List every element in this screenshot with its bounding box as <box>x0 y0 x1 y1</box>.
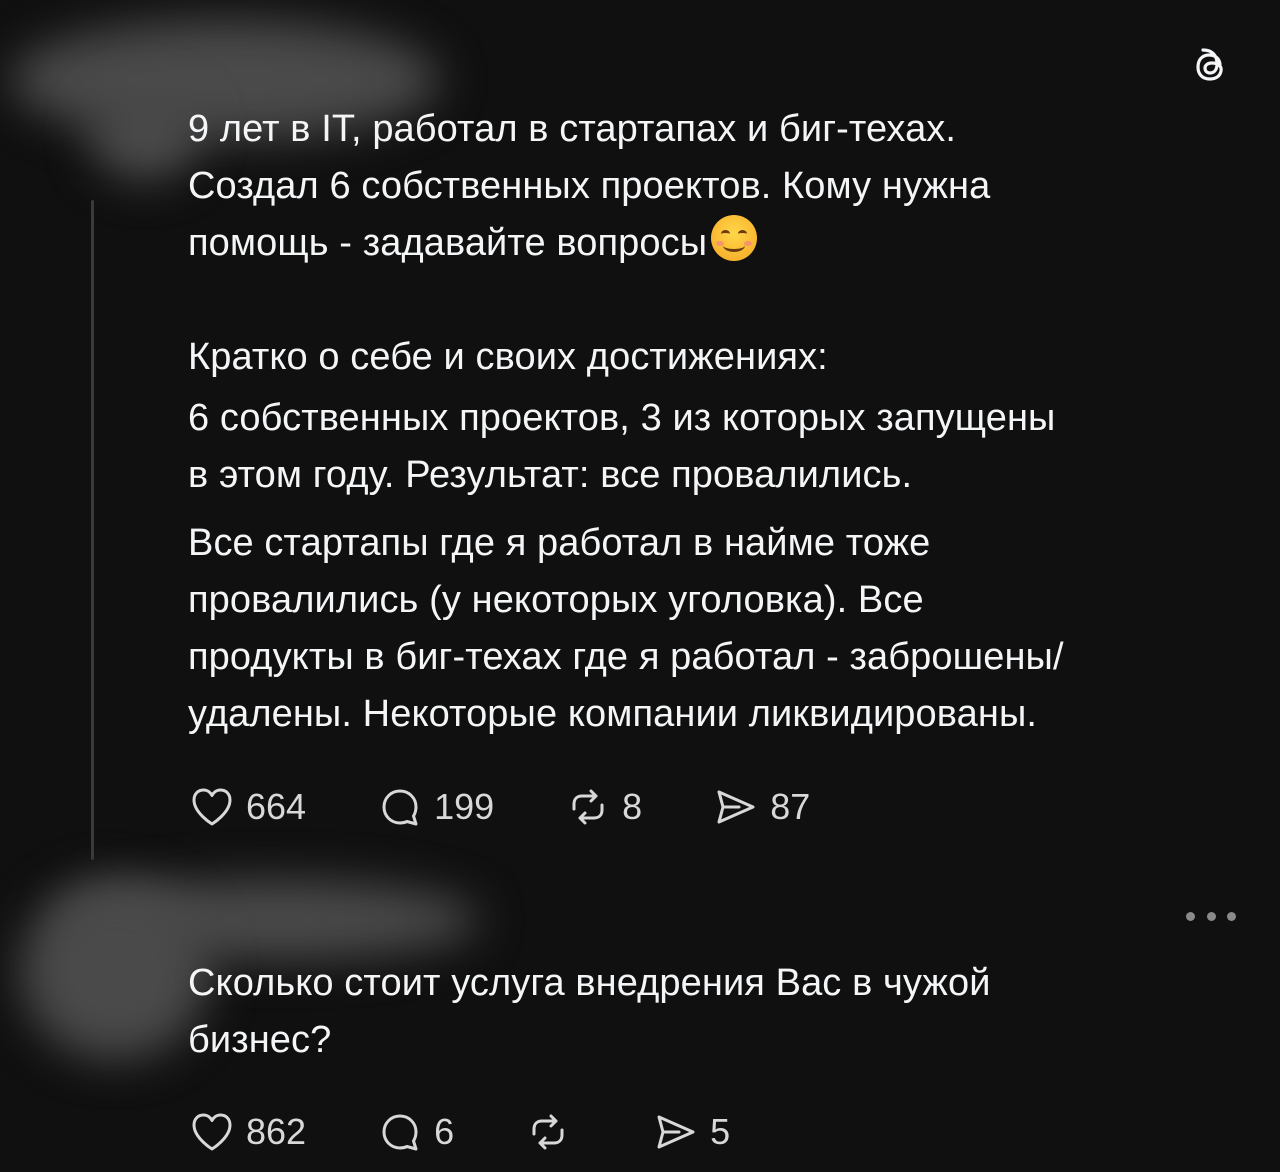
repost-icon <box>572 789 604 825</box>
like-count: 664 <box>246 786 307 827</box>
redacted-avatar-top <box>90 90 200 180</box>
comment-icon <box>382 1114 418 1151</box>
reply-reply-button[interactable]: 6 <box>376 1108 454 1156</box>
post-line: 9 лет в IT, работал в стартапах и биг-те… <box>188 108 957 150</box>
share-count: 87 <box>770 786 811 827</box>
repost-count: 8 <box>622 786 643 827</box>
post-line: помощь - задавайте вопросы <box>188 215 1248 272</box>
comment-icon <box>382 789 418 826</box>
post-line: удалены. Некоторые компании ликвидирован… <box>188 693 1038 735</box>
post-line: Все стартапы где я работал в найме тоже <box>188 522 931 564</box>
post-line: 6 собственных проектов, 3 из которых зап… <box>188 397 1056 439</box>
share-icon <box>657 1115 695 1149</box>
smiling-face-emoji <box>711 215 758 261</box>
repost-button[interactable]: 8 <box>564 783 642 831</box>
redacted-avatar-reply <box>20 880 210 1060</box>
post-paragraph-intro: 9 лет в IT, работал в стартапах и биг-те… <box>188 101 1248 272</box>
post-line: в этом году. Результат: все провалились. <box>188 454 913 496</box>
reply-button[interactable]: 199 <box>376 783 494 831</box>
reply-share-button[interactable]: 5 <box>652 1108 730 1156</box>
reply-actions: 862 6 5 <box>188 1105 800 1159</box>
post-line: провалились (у некоторых уголовка). Все <box>188 579 924 621</box>
more-options-icon[interactable] <box>1186 906 1236 926</box>
reply-body: Сколько стоит услуга внедрения Вас в чуж… <box>188 955 1248 1069</box>
post-body: 9 лет в IT, работал в стартапах и биг-те… <box>188 101 1248 743</box>
reply-count: 199 <box>434 786 495 827</box>
post-line: Кратко о себе и своих достижениях: <box>188 336 828 378</box>
share-count: 5 <box>710 1111 731 1152</box>
like-button[interactable]: 664 <box>188 783 306 831</box>
share-button[interactable]: 87 <box>712 783 810 831</box>
post-line: Создал 6 собственных проектов. Кому нужн… <box>188 165 991 207</box>
thread-connector-line <box>91 200 94 860</box>
threads-logo-icon[interactable] <box>1186 42 1234 90</box>
reply-like-button[interactable]: 862 <box>188 1108 306 1156</box>
reply-repost-button[interactable] <box>524 1108 582 1156</box>
reply-count: 6 <box>434 1111 455 1152</box>
like-count: 862 <box>246 1111 307 1152</box>
post-line: продукты в биг-техах где я работал - заб… <box>188 636 1064 678</box>
reply-line: Сколько стоит услуга внедрения Вас в чуж… <box>188 962 991 1004</box>
heart-icon <box>192 788 232 826</box>
post-paragraph-achievements: Кратко о себе и своих достижениях: 6 соб… <box>188 329 1248 743</box>
share-icon <box>717 790 755 824</box>
post-actions: 664 199 8 87 <box>188 780 880 834</box>
heart-icon <box>192 1113 232 1151</box>
repost-icon <box>532 1114 564 1150</box>
reply-line: бизнес? <box>188 1019 332 1061</box>
